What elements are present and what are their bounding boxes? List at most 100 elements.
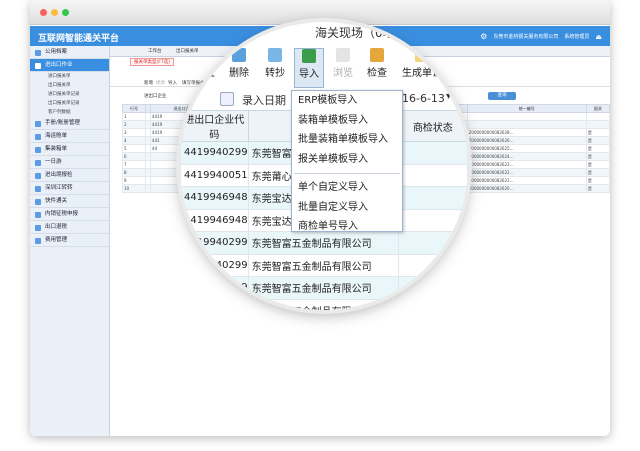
lens-table-cell: 4419940299	[180, 253, 249, 277]
copy-icon	[268, 48, 282, 62]
lens-table-cell: 4419946948	[180, 208, 249, 232]
sidebar: 公用档案 进出口作业 进口报关单 出口报关单 进口报关单记录 出口报关单记录 客…	[30, 46, 110, 436]
lens-title: 海关现场（0笔）	[315, 26, 407, 40]
lens-table-cell	[397, 186, 468, 210]
sidebar-item-transfer[interactable]: 深圳江转转	[30, 182, 109, 195]
col-company-code: 进出口企业代码	[180, 110, 249, 142]
table-cell	[466, 120, 587, 129]
browser-window: 互联网智能通关平台 ⚙ 东莞市金桥报关服务有限公司 系统管理员 ⏏ 公用档案 进…	[30, 0, 610, 436]
chevron-down-icon[interactable]: ▾	[446, 91, 451, 102]
table-cell: Z000000000082626...	[466, 136, 587, 145]
sidebar-item-day-tour[interactable]: 一日游	[30, 156, 109, 169]
sidebar-item-tax[interactable]: 内销征税申报	[30, 208, 109, 221]
trash-icon	[232, 48, 246, 62]
lens-table-cell	[397, 298, 468, 310]
minimize-window-button[interactable]	[51, 9, 58, 16]
sidebar-item-inspection[interactable]: 进出境报检	[30, 169, 109, 182]
edit-button[interactable]: 修改	[156, 80, 165, 86]
gear-icon[interactable]: ⚙	[480, 32, 487, 41]
entry-date-label: 录入日期	[242, 94, 286, 107]
query-button[interactable]: 查询	[488, 92, 516, 100]
lens-table-cell	[397, 231, 468, 255]
table-cell: 8	[122, 168, 146, 177]
app-title: 互联网智能通关平台	[38, 34, 120, 44]
menu-single-custom-import[interactable]: 单个自定义导入	[292, 178, 402, 198]
close-window-button[interactable]	[40, 9, 47, 16]
menu-batch-packing-import[interactable]: 批量装箱单模板导入	[292, 130, 402, 150]
table-cell: Z000000000082625...	[466, 144, 587, 153]
sidebar-item-express[interactable]: 快件通关	[30, 195, 109, 208]
sidebar-subitem[interactable]: 进口报关单记录	[30, 90, 109, 99]
sidebar-subitem[interactable]: 客户列数据	[30, 108, 109, 117]
box-icon	[35, 147, 41, 153]
logout-icon[interactable]: ⏏	[595, 33, 602, 41]
table-cell	[585, 112, 610, 121]
table-cell: Z000000000082623...	[466, 160, 587, 169]
toolbar-browse-button[interactable]: 浏览	[328, 48, 358, 79]
table-column-header: 报关	[585, 104, 610, 113]
tab-workbench[interactable]: 工作台	[148, 48, 162, 54]
toolbar-generate-button[interactable]: 生成单证	[394, 48, 450, 79]
menu-inspection-import[interactable]: 商检单号导入	[292, 217, 402, 237]
lens-table-cell: 4419946948	[180, 186, 249, 210]
search-icon[interactable]	[220, 92, 234, 106]
table-cell: Z000000000082628...	[466, 128, 587, 137]
express-icon	[35, 199, 41, 205]
transfer-icon	[35, 186, 41, 192]
sidebar-item-sea-manifest[interactable]: 海运舱单	[30, 130, 109, 143]
book-icon	[35, 121, 41, 127]
import-small-button[interactable]: 导入	[168, 80, 177, 86]
lens-table-row[interactable]: 4419940299东莞智富五金制品有限公司	[180, 298, 468, 310]
toolbar-copy-button[interactable]: 转抄	[260, 48, 290, 79]
menu-erp-import[interactable]: ERP模板导入	[292, 91, 402, 111]
clock-icon	[35, 160, 41, 166]
table-cell: 是	[585, 152, 610, 161]
sidebar-subitem[interactable]: 出口报关单	[30, 81, 109, 90]
sidebar-subitem[interactable]: 出口报关单记录	[30, 99, 109, 108]
lens-table-cell: 东莞智富五金制品有限公司	[247, 276, 399, 300]
menu-batch-custom-import[interactable]: 批量自定义导入	[292, 198, 402, 218]
sidebar-subitem[interactable]: 进口报关单	[30, 72, 109, 81]
tax-icon	[35, 212, 41, 218]
table-cell: 是	[585, 160, 610, 169]
table-cell: 4	[122, 136, 146, 145]
sidebar-item-public-archive[interactable]: 公用档案	[30, 46, 109, 59]
add-button[interactable]: 新增	[144, 80, 153, 86]
table-cell: 1	[122, 112, 146, 121]
table-cell: 是	[585, 136, 610, 145]
lens-table-cell	[397, 276, 468, 300]
sidebar-item-manual[interactable]: 手册/账册管理	[30, 117, 109, 130]
lens-table-cell: 4419940299	[180, 276, 249, 300]
lens-table-cell: 4419940299	[180, 141, 249, 165]
table-cell: Z000000000082624...	[466, 152, 587, 161]
lens-table-row[interactable]: 4419940299东莞智富五金制品有限公司	[180, 253, 468, 277]
table-cell: Z000000000082622...	[466, 168, 587, 177]
check-icon	[35, 173, 41, 179]
col-inspection-status: 商检状态	[397, 110, 468, 142]
ship-icon	[35, 134, 41, 140]
menu-packing-import[interactable]: 装箱单模板导入	[292, 111, 402, 131]
table-cell: 是	[585, 144, 610, 153]
table-cell: Z000000000082620...	[466, 184, 587, 193]
entry-date-field[interactable]: 16-6-13	[402, 92, 445, 105]
toolbar-unit-button[interactable]: 单位	[190, 48, 220, 79]
lens-table-cell	[397, 253, 468, 277]
table-cell: 6	[122, 152, 146, 161]
sidebar-item-fees[interactable]: 费用管理	[30, 234, 109, 247]
menu-declaration-import[interactable]: 报关单模板导入	[292, 150, 402, 170]
lens-table-cell: 东莞智富五金制品有限公司	[247, 298, 399, 310]
toolbar-import-button[interactable]: 导入	[294, 48, 324, 88]
table-cell	[585, 120, 610, 129]
lens-table-cell	[397, 141, 468, 165]
sidebar-item-rebate[interactable]: 出口退税	[30, 221, 109, 234]
lens-table-row[interactable]: 4419940299东莞智富五金制品有限公司	[180, 276, 468, 300]
toolbar-delete-button[interactable]: 删除	[224, 48, 254, 79]
maximize-window-button[interactable]	[62, 9, 69, 16]
sidebar-item-container[interactable]: 集装箱单	[30, 143, 109, 156]
table-cell: 5	[122, 144, 146, 153]
table-column-header: 行号	[122, 104, 146, 113]
toolbar-inspect-button[interactable]: 检查	[362, 48, 392, 79]
table-cell: 是	[585, 184, 610, 193]
sidebar-item-import-export[interactable]: 进出口作业	[30, 59, 109, 72]
table-cell: 是	[585, 176, 610, 185]
